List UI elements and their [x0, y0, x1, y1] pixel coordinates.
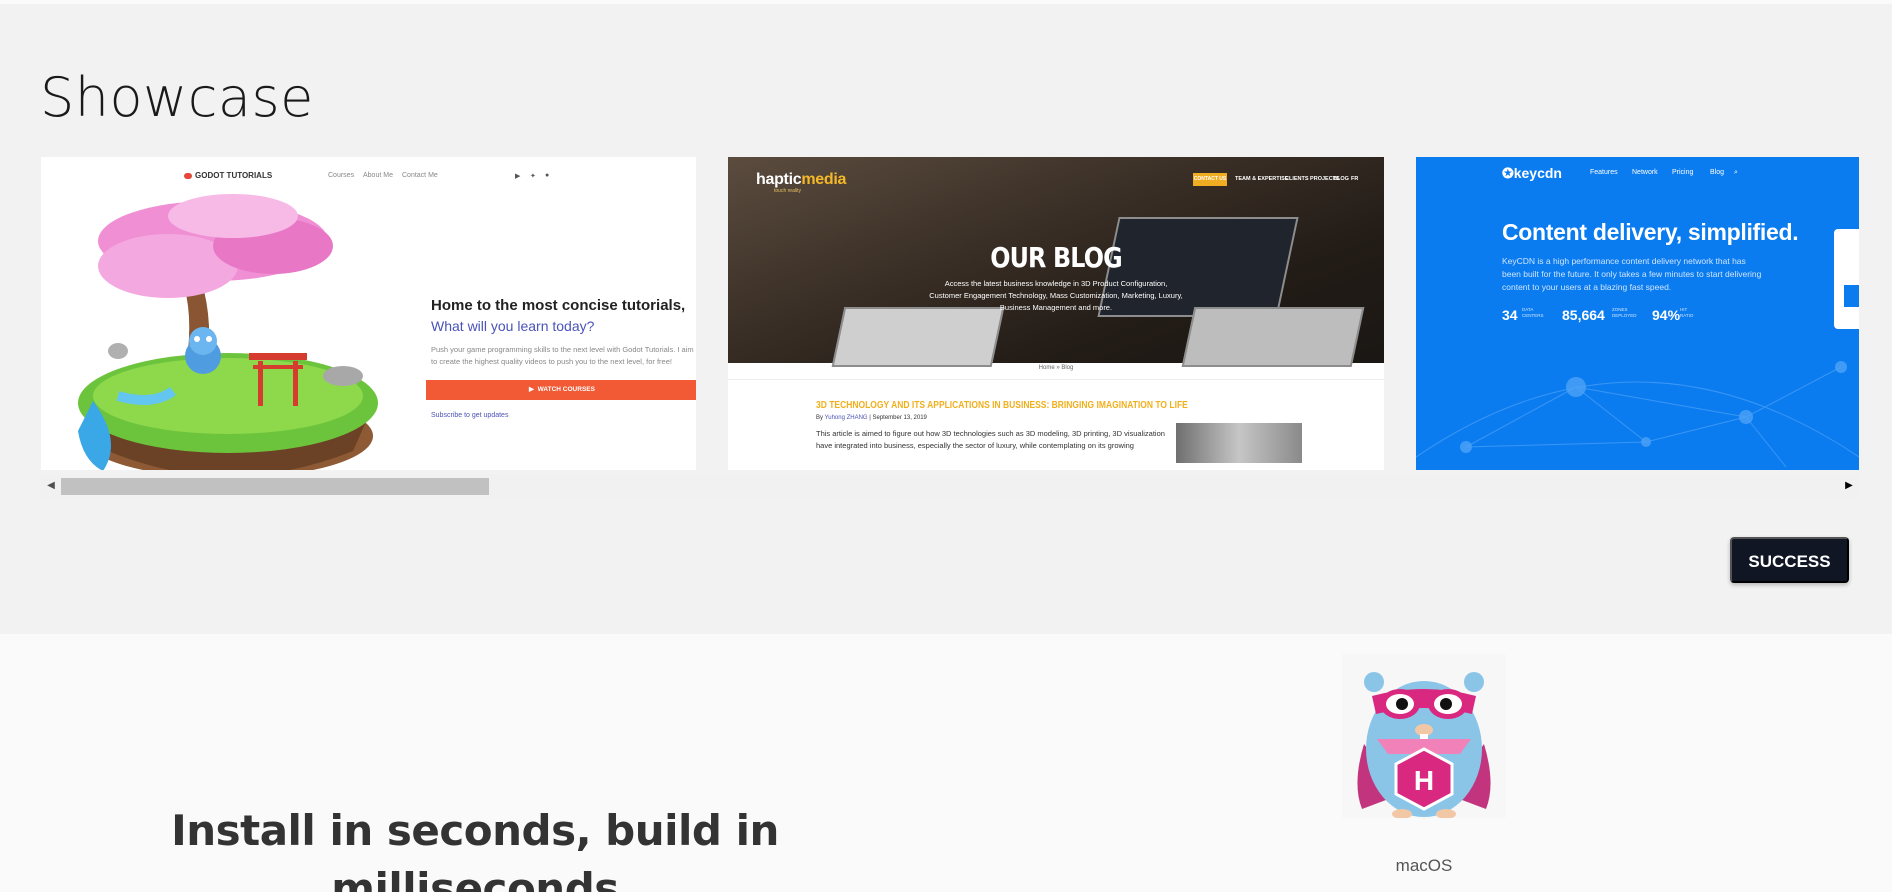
hapticmedia-logo-main: haptic — [756, 171, 802, 188]
hapticmedia-tagline: touch reality — [774, 188, 801, 194]
hapticmedia-blog-title: OUR BLOG — [990, 241, 1122, 274]
os-label-macos: macOS — [1395, 856, 1453, 875]
keycdn-nav-pricing: Pricing — [1672, 169, 1694, 176]
keycdn-signup-button — [1844, 285, 1859, 307]
hugo-gopher-mascot-icon: H — [1342, 654, 1506, 818]
hapticmedia-article-preview: 3D TECHNOLOGY AND ITS APPLICATIONS IN BU… — [728, 379, 1384, 470]
hapticmedia-nav-team: TEAM & EXPERTISE — [1235, 176, 1289, 182]
keycdn-stat-label: DATA CENTERS — [1522, 307, 1544, 318]
showcase-title: Showcase — [40, 66, 314, 129]
article-title: 3D TECHNOLOGY AND ITS APPLICATIONS IN BU… — [816, 400, 1188, 411]
laptop-photo-shape — [1181, 307, 1365, 367]
play-icon: ▶ — [529, 386, 538, 393]
keycdn-search-icon: ⌕ — [1734, 169, 1738, 176]
keycdn-stat-value: 34 — [1502, 307, 1518, 323]
hapticmedia-breadcrumb: Home » Blog — [1038, 365, 1074, 371]
install-section: Install in seconds, build in millisecond… — [0, 634, 1892, 892]
hapticmedia-blog-description: Access the latest business knowledge in … — [929, 279, 1183, 312]
article-date: | September 13, 2019 — [869, 415, 927, 421]
watch-courses-label: WATCH COURSES — [537, 386, 595, 393]
hapticmedia-nav-blog: BLOG — [1333, 176, 1349, 182]
godot-logo-text: GODOT TUTORIALS — [195, 171, 273, 180]
network-map-graphic — [1416, 361, 1859, 468]
youtube-icon: ▶ — [515, 173, 521, 180]
hapticmedia-nav-clients: CLIENTS PROJECTS — [1285, 176, 1340, 182]
keycdn-stat-value: 94% — [1652, 307, 1681, 323]
keycdn-stat-label: ZONES DEPLOYED — [1612, 307, 1637, 318]
keycdn-nav-blog: Blog — [1710, 169, 1725, 176]
keycdn-nav-network: Network — [1632, 169, 1658, 176]
keycdn-nav-features: Features — [1590, 169, 1618, 176]
keycdn-signup-form — [1834, 229, 1859, 329]
scrollbar-thumb[interactable] — [61, 478, 489, 495]
floating-island-illustration — [78, 194, 378, 470]
article-by: By — [816, 415, 824, 421]
showcase-horizontal-scrollbar[interactable]: ◀ ▶ — [41, 474, 1859, 498]
subscribe-link: Subscribe to get updates — [431, 412, 509, 419]
keycdn-stat-value: 85,664 — [1562, 307, 1605, 323]
reddit-icon: ● — [545, 172, 550, 179]
keycdn-stat-label: HIT RATIO — [1680, 307, 1694, 318]
hapticmedia-logo-accent: media — [801, 171, 847, 188]
showcase-card-hapticmedia[interactable]: hapticmedia touch reality CONTACT US TEA… — [728, 157, 1384, 470]
hapticmedia-logo: hapticmedia — [756, 171, 846, 189]
godot-nav-about: About Me — [363, 172, 393, 179]
godot-nav-courses: Courses — [328, 172, 355, 179]
article-meta: By Yuhong ZHANG | September 13, 2019 — [816, 415, 927, 421]
laptop-photo-shape — [831, 307, 1005, 367]
hapticmedia-contact-button: CONTACT US — [1193, 173, 1227, 186]
twitter-icon: ✦ — [530, 173, 536, 180]
godot-description: Push your game programming skills to the… — [431, 345, 694, 366]
godot-logo-icon — [184, 172, 192, 179]
keycdn-logo: ✪keycdn — [1502, 165, 1562, 182]
keycdn-logo-text: keycdn — [1513, 165, 1562, 181]
success-button[interactable]: SUCCESS — [1730, 537, 1849, 583]
keycdn-logo-icon: ✪ — [1502, 165, 1514, 181]
godot-logo: GODOT TUTORIALS — [184, 171, 272, 180]
article-author: Yuhong ZHANG — [824, 415, 868, 421]
install-heading: Install in seconds, build in millisecond… — [171, 806, 779, 892]
article-excerpt: This article is aimed to figure out how … — [816, 429, 1165, 450]
scroll-right-arrow-icon[interactable]: ▶ — [1839, 474, 1859, 498]
watch-courses-button: ▶ WATCH COURSES — [426, 380, 696, 400]
showcase-card-keycdn[interactable]: ✪keycdn Features Network Pricing Blog ⌕ … — [1416, 157, 1859, 470]
godot-heading: Home to the most concise tutorials, — [431, 297, 686, 314]
scroll-left-arrow-icon[interactable]: ◀ — [41, 474, 61, 498]
svg-text:H: H — [1414, 765, 1434, 796]
hapticmedia-nav-fr: FR — [1351, 176, 1359, 182]
keycdn-description: KeyCDN is a high performance content del… — [1502, 256, 1762, 292]
godot-subheading: What will you learn today? — [431, 318, 595, 334]
keycdn-heading: Content delivery, simplified. — [1502, 219, 1799, 245]
godot-nav-contact: Contact Me — [402, 172, 438, 179]
showcase-card-godot-tutorials[interactable]: GODOT TUTORIALS Courses About Me Contact… — [41, 157, 696, 470]
article-thumbnail — [1176, 423, 1302, 463]
